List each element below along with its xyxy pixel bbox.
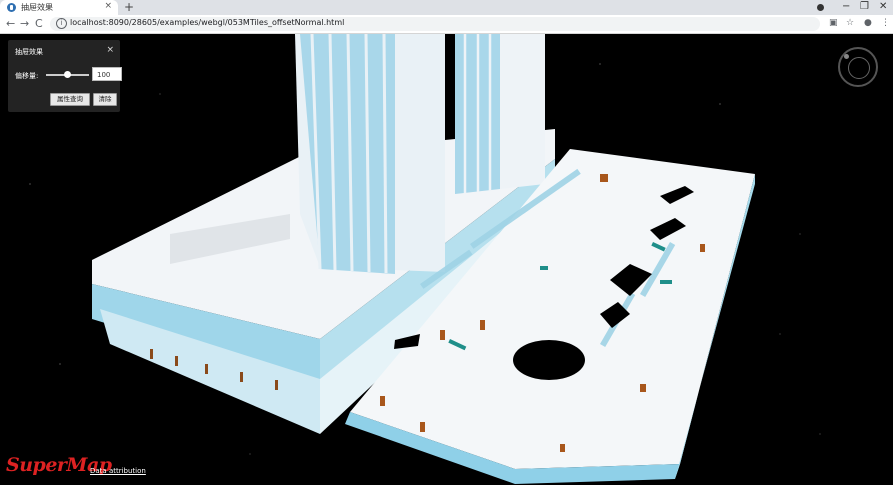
- drawer-effect-panel: 抽屉效果 × 偏移量: 100 属性查询 清除: [8, 40, 122, 112]
- minimize-button[interactable]: −: [842, 1, 850, 12]
- profile-icon[interactable]: ●: [864, 18, 872, 28]
- reload-icon[interactable]: C: [35, 17, 43, 30]
- tower-right: [455, 34, 545, 194]
- info-icon[interactable]: i: [56, 18, 67, 29]
- bookmark-star-icon[interactable]: ☆: [846, 18, 854, 28]
- panel-close-icon[interactable]: ×: [106, 45, 114, 55]
- back-icon[interactable]: ←: [6, 17, 15, 30]
- url-text: localhost:8090/28605/examples/webgl/053M…: [70, 18, 345, 27]
- forward-icon[interactable]: →: [20, 17, 29, 30]
- close-window-button[interactable]: ✕: [879, 1, 887, 12]
- record-icon[interactable]: [817, 4, 824, 11]
- tab-title: 抽屉效果: [21, 3, 53, 12]
- tab-strip: 抽屉效果 × + − ❐ ✕: [0, 0, 893, 15]
- compass-navigation-icon[interactable]: [838, 47, 878, 87]
- new-tab-button[interactable]: +: [124, 0, 134, 14]
- maximize-button[interactable]: ❐: [860, 1, 869, 12]
- data-attribution-link[interactable]: Data attribution: [90, 467, 146, 475]
- url-field[interactable]: i localhost:8090/28605/examples/webgl/05…: [50, 17, 820, 31]
- 3d-scene-canvas: [29, 34, 821, 484]
- panel-title: 抽屉效果: [15, 48, 43, 56]
- favicon-icon: [7, 3, 16, 12]
- tab-close-icon[interactable]: ×: [104, 1, 112, 11]
- menu-icon[interactable]: ⋮: [881, 18, 890, 28]
- translate-icon[interactable]: ▣: [829, 18, 838, 28]
- attribute-query-button[interactable]: 属性查询: [50, 93, 90, 106]
- address-bar: ← → C i localhost:8090/28605/examples/we…: [0, 15, 893, 34]
- offset-label: 偏移量:: [15, 72, 39, 80]
- clear-button[interactable]: 清除: [93, 93, 117, 106]
- offset-slider-handle[interactable]: [64, 71, 71, 78]
- map-viewport[interactable]: [0, 34, 893, 485]
- tab-active[interactable]: 抽屉效果 ×: [0, 0, 118, 15]
- offset-input[interactable]: 100: [92, 67, 122, 81]
